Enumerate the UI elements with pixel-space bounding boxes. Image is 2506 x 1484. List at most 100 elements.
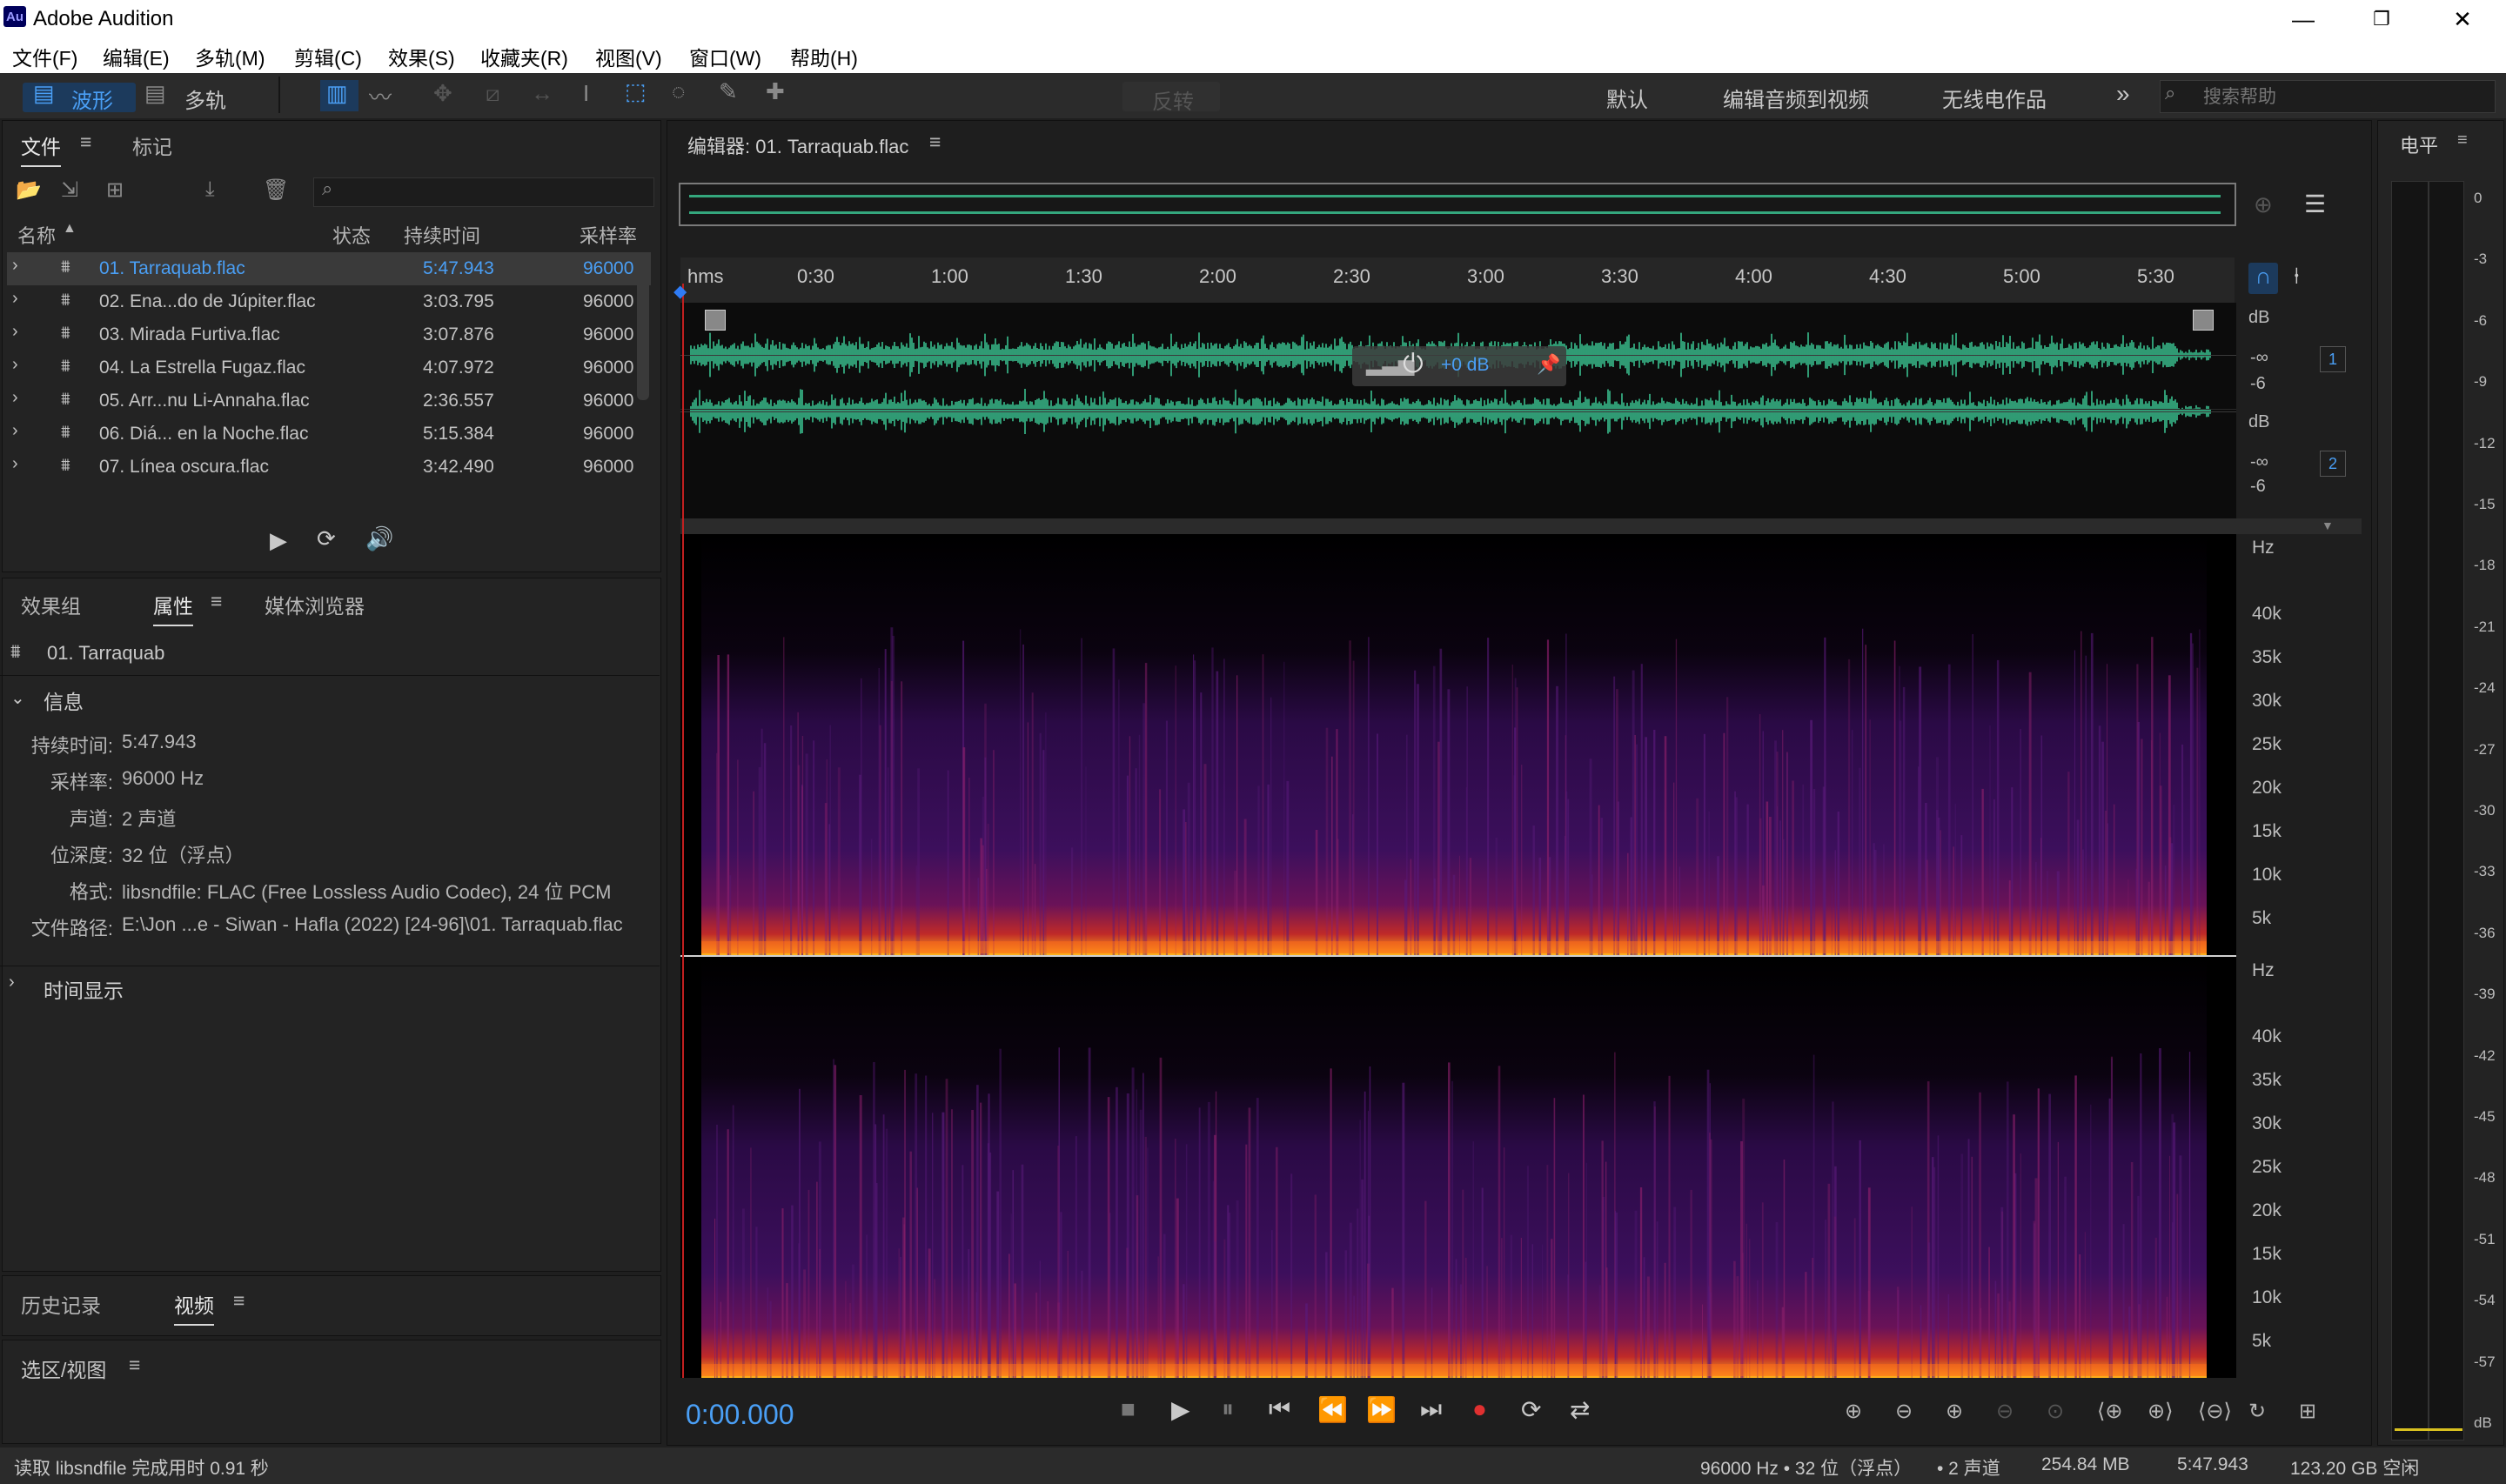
spectral-display-icon[interactable]: 〰 — [369, 80, 392, 112]
menu-help[interactable]: 帮助(H) — [790, 42, 858, 71]
play-button[interactable]: ▶ — [1171, 1395, 1190, 1424]
info-section-header[interactable]: 信息 — [44, 685, 84, 715]
fade-out-handle[interactable] — [2193, 310, 2214, 331]
delete-icon[interactable]: 🗑 — [263, 177, 289, 203]
column-sample-rate[interactable]: 采样率 — [580, 221, 637, 249]
spot-healing-tool-icon[interactable]: ✚ — [766, 78, 785, 105]
timecode-display[interactable]: 0:00.000 — [686, 1399, 794, 1431]
time-ruler[interactable] — [680, 257, 2235, 304]
tab-effects-rack[interactable]: 效果组 — [21, 590, 81, 619]
tab-files[interactable]: 文件 — [21, 130, 61, 167]
chevron-right-icon[interactable]: › — [12, 256, 18, 276]
workspace-radio-production[interactable]: 无线电作品 — [1942, 83, 2047, 113]
chevron-right-icon[interactable]: › — [12, 388, 18, 408]
menu-edit[interactable]: 编辑(E) — [103, 42, 170, 71]
menu-favorites[interactable]: 收藏夹(R) — [480, 42, 568, 71]
panel-menu-icon[interactable]: ≡ — [929, 130, 941, 154]
chevron-down-icon[interactable]: ⌄ — [10, 687, 25, 709]
panel-menu-icon[interactable]: ≡ — [80, 130, 91, 154]
panel-menu-icon[interactable]: ≡ — [129, 1354, 140, 1377]
menu-clip[interactable]: 剪辑(C) — [294, 42, 362, 71]
chevron-right-icon[interactable]: › — [12, 421, 18, 441]
tab-video[interactable]: 视频 — [174, 1289, 214, 1326]
skip-selection-button[interactable]: ⇄ — [1570, 1395, 1590, 1424]
channel-2-toggle[interactable]: 2 — [2320, 451, 2346, 477]
panel-menu-icon[interactable]: ≡ — [211, 590, 222, 613]
zoom-in-amplitude-icon[interactable]: ⊕ — [1845, 1399, 1862, 1424]
zoom-tool-icon[interactable]: ⊕ — [2254, 191, 2273, 218]
loop-playback-button[interactable]: ⟳ — [1521, 1395, 1541, 1424]
tab-markers[interactable]: 标记 — [132, 130, 172, 160]
file-row[interactable]: › ⩩ 04. La Estrella Fugaz.flac 4:07.972 9600… — [7, 351, 651, 384]
move-tool-icon[interactable]: ✥ — [433, 80, 452, 107]
tab-media-browser[interactable]: 媒体浏览器 — [265, 590, 365, 619]
menu-multitrack[interactable]: 多轨(M) — [195, 42, 265, 71]
zoom-selection-icon[interactable]: ⊙ — [2047, 1399, 2064, 1424]
menu-file[interactable]: 文件(F) — [12, 42, 77, 71]
zoom-in-right-icon[interactable]: ⊕⟩ — [2148, 1399, 2173, 1424]
stop-button[interactable]: ■ — [1121, 1395, 1136, 1423]
zoom-in-time-icon[interactable]: ⊕ — [1946, 1399, 1963, 1424]
open-file-icon[interactable]: 📂 — [16, 177, 42, 203]
hud-gain-value[interactable]: +0 dB — [1441, 355, 1489, 376]
channel-1-toggle[interactable]: 1 — [2320, 346, 2346, 372]
auto-play-icon[interactable]: 🔊 — [365, 525, 393, 552]
marquee-tool-icon[interactable]: ⬚ — [625, 78, 647, 105]
help-search-input[interactable] — [2201, 84, 2483, 111]
record-button[interactable]: ● — [1472, 1395, 1487, 1423]
chevron-right-icon[interactable]: › — [12, 322, 18, 342]
restore-button[interactable]: ❐ — [2342, 0, 2421, 38]
import-file-icon[interactable]: ⇲ — [61, 177, 78, 203]
panel-menu-icon[interactable]: ≡ — [2457, 130, 2468, 150]
zoom-out-full-icon[interactable]: ⟨⊖⟩ — [2198, 1399, 2232, 1424]
file-row[interactable]: › ⩩ 01. Tarraquab.flac 5:47.943 96000 — [7, 252, 651, 285]
view-splitter[interactable] — [680, 518, 2362, 534]
minimize-button[interactable]: — — [2264, 0, 2342, 38]
tab-history[interactable]: 历史记录 — [21, 1289, 101, 1319]
files-scrollbar[interactable] — [637, 252, 649, 400]
selection-view-title[interactable]: 选区/视图 — [21, 1354, 106, 1383]
skip-to-start-button[interactable]: ⏮ — [1269, 1395, 1290, 1424]
zoom-reset-icon[interactable]: ↻ — [2248, 1399, 2266, 1424]
loop-preview-button[interactable]: ⟳ — [317, 525, 336, 552]
menu-window[interactable]: 窗口(W) — [689, 42, 761, 71]
fast-forward-button[interactable]: ⏩ — [1366, 1395, 1397, 1424]
zoom-to-fit-icon[interactable]: ⊞ — [2299, 1399, 2316, 1424]
chevron-right-icon[interactable]: › — [12, 454, 18, 474]
snap-icon[interactable]: ∩ — [2248, 263, 2278, 294]
marker-pin-icon[interactable]: ⍿ — [2294, 263, 2300, 291]
multitrack-button[interactable]: 多轨 — [184, 84, 226, 114]
menu-effects[interactable]: 效果(S) — [388, 42, 455, 71]
gain-knob-icon[interactable]: ⏻ — [1403, 350, 1424, 379]
chevron-right-icon[interactable]: › — [12, 289, 18, 309]
column-duration[interactable]: 持续时间 — [404, 221, 480, 249]
tab-properties[interactable]: 属性 — [153, 590, 193, 626]
zoom-in-left-icon[interactable]: ⟨⊕ — [2097, 1399, 2122, 1424]
more-workspaces-button[interactable]: » — [2116, 80, 2130, 108]
close-button[interactable]: ✕ — [2423, 0, 2502, 38]
brush-tool-icon[interactable]: ✎ — [719, 78, 738, 105]
pause-button[interactable]: ⏸ — [1222, 1395, 1234, 1424]
fade-in-handle[interactable] — [705, 310, 726, 331]
slip-tool-icon[interactable]: ↔ — [531, 80, 553, 107]
razor-tool-icon[interactable]: ⧄ — [486, 80, 500, 108]
overview-navigator[interactable] — [679, 183, 2236, 226]
column-name[interactable]: 名称 — [17, 221, 56, 249]
chevron-right-icon[interactable]: › — [12, 355, 18, 375]
file-row[interactable]: › ⩩ 07. Línea oscura.flac 3:42.490 96000 — [7, 451, 651, 484]
skip-to-end-button[interactable]: ⏭ — [1420, 1395, 1442, 1424]
lasso-tool-icon[interactable]: ◌ — [672, 78, 685, 105]
files-search-input[interactable] — [313, 177, 654, 207]
insert-icon[interactable]: ⤓ — [205, 177, 215, 202]
file-row[interactable]: › ⩩ 02. Ena...do de Júpiter.flac 3:03.795 96… — [7, 285, 651, 318]
waveform-display[interactable] — [680, 303, 2236, 518]
file-row[interactable]: › ⩩ 03. Mirada Furtiva.flac 3:07.876 96000 — [7, 318, 651, 351]
panel-layout-icon[interactable]: ☰ — [2304, 190, 2326, 218]
column-status[interactable]: 状态 — [332, 221, 371, 249]
new-file-icon[interactable]: ⊞ — [106, 177, 124, 203]
spectral-display[interactable] — [680, 534, 2236, 1378]
zoom-out-amplitude-icon[interactable]: ⊖ — [1895, 1399, 1913, 1424]
time-display-section-header[interactable]: 时间显示 — [44, 974, 124, 1004]
play-preview-button[interactable]: ▶ — [270, 527, 287, 554]
rewind-button[interactable]: ⏪ — [1317, 1395, 1348, 1424]
